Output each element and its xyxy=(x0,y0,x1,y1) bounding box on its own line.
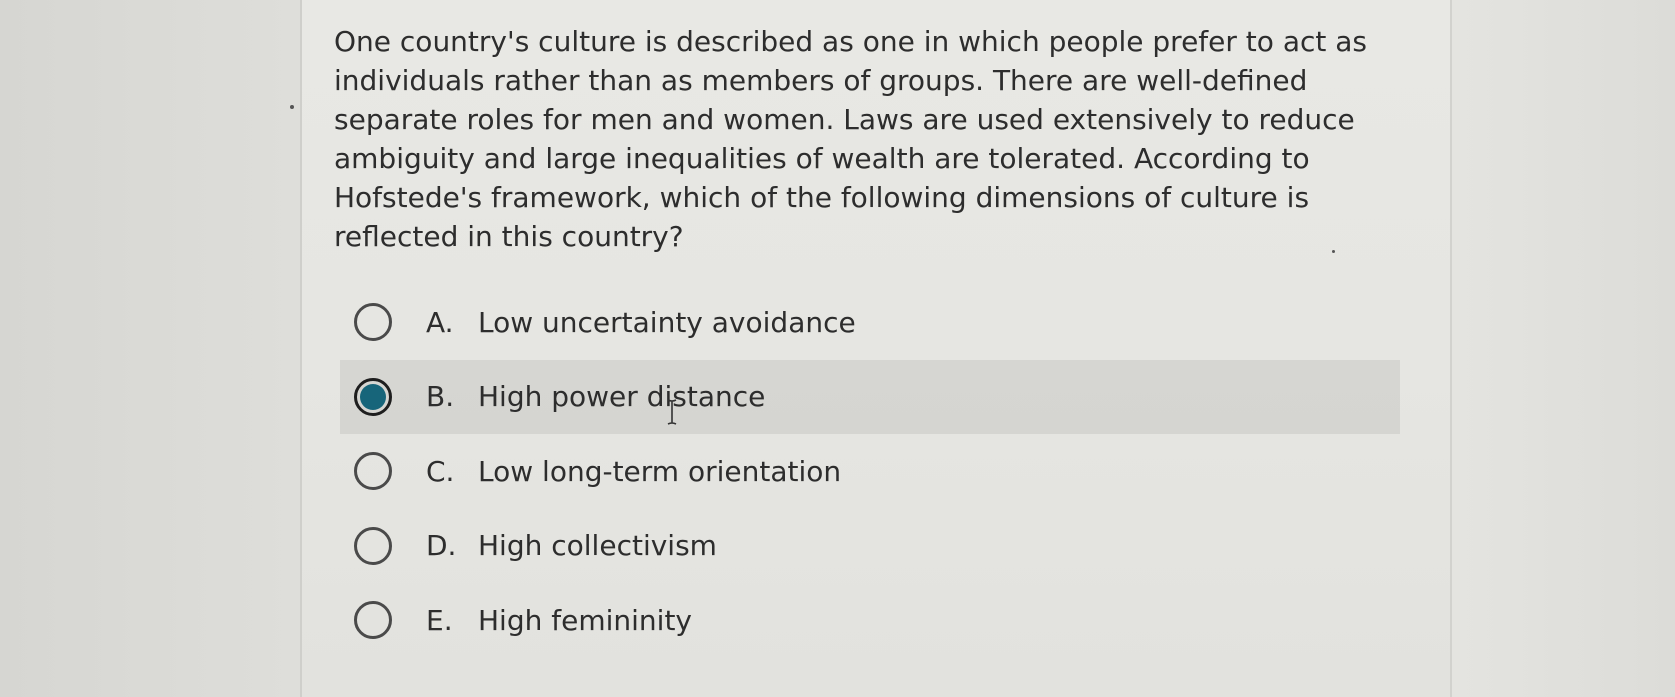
option-c-letter: C. xyxy=(426,454,455,488)
screen-speck xyxy=(290,105,294,109)
option-e-letter: E. xyxy=(426,603,453,637)
text-cursor-icon xyxy=(667,399,677,425)
option-c[interactable]: C. Low long-term orientation xyxy=(340,434,1400,509)
option-b[interactable]: B. High power distance xyxy=(340,359,1400,434)
radio-button-b[interactable] xyxy=(354,377,392,416)
background-right xyxy=(1452,0,1675,697)
option-a[interactable]: A. Low uncertainty avoidance xyxy=(340,285,1400,360)
option-c-label: Low long-term orientation xyxy=(478,454,842,488)
option-a-label: Low uncertainty avoidance xyxy=(478,305,856,339)
answer-options: A. Low uncertainty avoidance B. High pow… xyxy=(340,285,1400,658)
question-text: One country's culture is described as on… xyxy=(334,25,1367,253)
radio-selected-dot xyxy=(360,383,386,410)
option-e-label: High femininity xyxy=(478,603,692,637)
radio-button-a[interactable] xyxy=(354,303,392,342)
radio-button-d[interactable] xyxy=(354,526,392,565)
option-d[interactable]: D. High collectivism xyxy=(340,509,1400,584)
option-e[interactable]: E. High femininity xyxy=(340,583,1400,658)
radio-button-e[interactable] xyxy=(354,601,392,640)
option-d-letter: D. xyxy=(426,529,457,563)
radio-button-c[interactable] xyxy=(354,452,392,491)
background-left xyxy=(0,0,300,697)
option-b-letter: B. xyxy=(426,380,455,414)
option-a-letter: A. xyxy=(426,305,454,339)
option-d-label: High collectivism xyxy=(478,529,717,563)
option-b-label: High power distance xyxy=(478,380,766,414)
